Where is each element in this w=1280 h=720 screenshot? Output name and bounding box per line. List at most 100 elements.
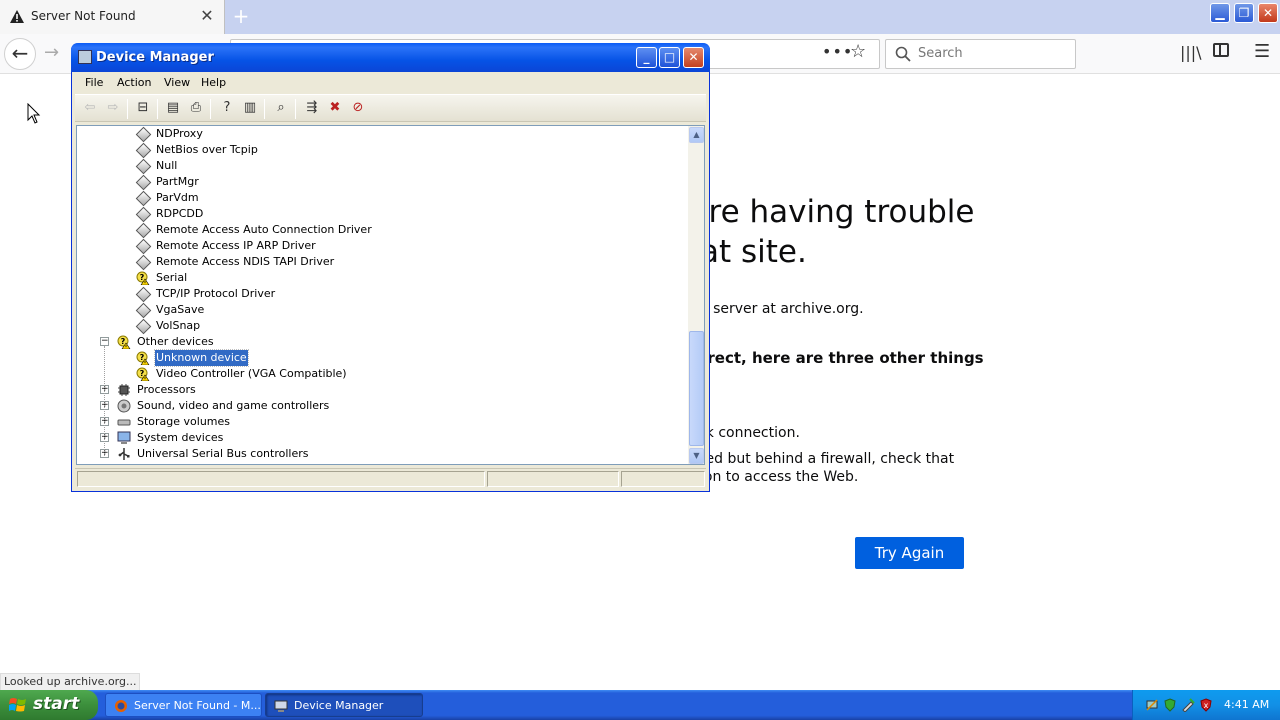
print-icon[interactable]: ⎙ <box>188 100 204 116</box>
tree-item-label: NDProxy <box>156 127 203 140</box>
taskbar-item-label: Server Not Found - M... <box>134 699 261 712</box>
tree-item[interactable]: ? Video Controller (VGA Compatible) <box>136 366 636 382</box>
tree-item-label: Remote Access IP ARP Driver <box>156 239 316 252</box>
tree-item[interactable]: NetBios over Tcpip <box>135 142 636 159</box>
warning-device-icon: ? <box>136 271 150 286</box>
driver-icon <box>135 238 152 255</box>
tree-item[interactable]: RDPCDD <box>135 206 636 223</box>
tree-item[interactable]: Remote Access NDIS TAPI Driver <box>135 254 636 271</box>
error-firewall-text-1: ted but behind a firewall, check that <box>700 451 955 467</box>
menu-action[interactable]: Action <box>117 76 151 89</box>
device-tree[interactable]: NDProxy NetBios over Tcpip Null PartMgr ParV… <box>76 125 692 465</box>
status-bar <box>75 468 706 488</box>
back-arrow-icon[interactable]: ⇦ <box>82 100 98 116</box>
tree-item[interactable]: PartMgr <box>135 174 636 191</box>
sound-icon <box>117 399 131 413</box>
warning-device-icon: ? <box>136 351 150 366</box>
usb-icon <box>117 447 131 461</box>
device-manager-icon <box>78 50 92 64</box>
update-driver-icon[interactable]: ⇶ <box>304 100 320 116</box>
error-firewall-text-2: ion to access the Web. <box>700 469 859 485</box>
scroll-thumb[interactable] <box>689 331 704 446</box>
taskbar-item-device-manager[interactable]: Device Manager <box>265 693 423 717</box>
start-label: start <box>33 694 80 714</box>
driver-icon <box>135 190 152 207</box>
toolbar-separator <box>295 99 296 119</box>
device-manager-titlebar[interactable]: Device Manager _ □ ✕ <box>71 43 710 72</box>
close-button[interactable]: ✕ <box>683 47 704 68</box>
driver-icon <box>135 302 152 319</box>
security-shield-icon[interactable] <box>1163 698 1177 712</box>
minimize-button[interactable]: _ <box>636 47 657 68</box>
status-cell <box>77 471 485 487</box>
tree-item[interactable]: NDProxy <box>135 126 636 143</box>
driver-icon <box>135 142 152 159</box>
tree-item[interactable]: VolSnap <box>135 318 636 335</box>
forward-button[interactable]: → <box>44 42 64 66</box>
menu-help[interactable]: Help <box>201 76 226 89</box>
show-hide-tree-icon[interactable]: ⊟ <box>135 100 151 116</box>
library-icon[interactable]: |||\ <box>1180 43 1202 62</box>
toolbar-separator <box>127 99 128 119</box>
scroll-down-button[interactable]: ▼ <box>689 448 704 464</box>
storage-icon <box>117 415 131 429</box>
tree-item[interactable]: VgaSave <box>135 302 636 319</box>
new-tab-button[interactable]: + <box>231 4 251 28</box>
disable-icon[interactable]: ⊘ <box>350 100 366 116</box>
tree-item-label: Universal Serial Bus controllers <box>137 447 309 460</box>
sidebar-icon[interactable] <box>1213 43 1229 57</box>
page-actions-icon[interactable]: ••• <box>822 42 853 61</box>
tree-item[interactable]: + System devices <box>100 430 617 446</box>
maximize-button[interactable]: □ <box>659 47 680 68</box>
forward-arrow-icon[interactable]: ⇨ <box>105 100 121 116</box>
tree-item-label: PartMgr <box>156 175 199 188</box>
scan-hardware-icon[interactable]: ⌕ <box>273 100 289 116</box>
network-icon[interactable] <box>1145 698 1159 712</box>
collapse-icon[interactable]: − <box>100 337 109 346</box>
tree-item[interactable]: Null <box>135 158 636 175</box>
start-button[interactable]: start <box>0 690 98 720</box>
tree-item[interactable]: + Sound, video and game controllers <box>100 398 617 414</box>
tree-item[interactable]: + Processors <box>100 382 617 398</box>
browser-tab[interactable]: Server Not Found ✕ <box>0 0 225 34</box>
browser-minimize-button[interactable]: ▁ <box>1210 3 1230 23</box>
tree-item-label: TCP/IP Protocol Driver <box>156 287 276 300</box>
menu-view[interactable]: View <box>164 76 190 89</box>
tree-item[interactable]: + Universal Serial Bus controllers <box>100 446 617 462</box>
back-button[interactable]: ← <box>4 38 36 70</box>
bookmark-star-icon[interactable]: ☆ <box>850 41 866 62</box>
alert-shield-icon[interactable]: x <box>1199 698 1213 712</box>
scroll-up-button[interactable]: ▲ <box>689 127 704 143</box>
uninstall-icon[interactable]: ✖ <box>327 100 343 116</box>
vertical-scrollbar[interactable]: ▲ ▼ <box>688 125 705 465</box>
tree-item[interactable]: ? Unknown device <box>136 349 636 367</box>
browser-restore-button[interactable]: ❐ <box>1234 3 1254 23</box>
tree-item[interactable]: ParVdm <box>135 190 636 207</box>
tree-item[interactable]: ? Serial <box>136 270 636 286</box>
tree-item-label: NetBios over Tcpip <box>156 143 258 156</box>
system-device-icon <box>117 431 131 445</box>
driver-icon <box>135 206 152 223</box>
properties-icon[interactable]: ▤ <box>165 100 181 116</box>
browser-tab-bar: Server Not Found ✕ + ▁ ❐ ✕ <box>0 0 1280 34</box>
hamburger-menu-icon[interactable]: ☰ <box>1254 41 1270 62</box>
view-icon[interactable]: ▥ <box>242 100 258 116</box>
tree-item[interactable]: Remote Access Auto Connection Driver <box>135 222 636 239</box>
tree-item[interactable]: + Storage volumes <box>100 414 617 430</box>
try-again-button[interactable]: Try Again <box>855 537 964 569</box>
device-manager-window: Device Manager _ □ ✕ File Action View He… <box>71 43 710 492</box>
tree-item-label: Null <box>156 159 178 172</box>
tree-item[interactable]: Remote Access IP ARP Driver <box>135 238 636 255</box>
taskbar-item-firefox[interactable]: Server Not Found - M... <box>105 693 262 717</box>
tree-item[interactable]: TCP/IP Protocol Driver <box>135 286 636 303</box>
browser-close-button[interactable]: ✕ <box>1258 3 1278 23</box>
search-box[interactable]: Search <box>885 39 1076 69</box>
tree-item[interactable]: −? Other devices <box>100 334 617 350</box>
system-tray: x 4:41 AM <box>1132 690 1280 720</box>
help-icon[interactable]: ? <box>219 100 235 116</box>
tab-close-icon[interactable]: ✕ <box>199 7 215 25</box>
menu-file[interactable]: File <box>85 76 103 89</box>
safely-remove-icon[interactable] <box>1181 698 1195 712</box>
warning-icon <box>10 10 24 23</box>
driver-icon <box>135 126 152 143</box>
